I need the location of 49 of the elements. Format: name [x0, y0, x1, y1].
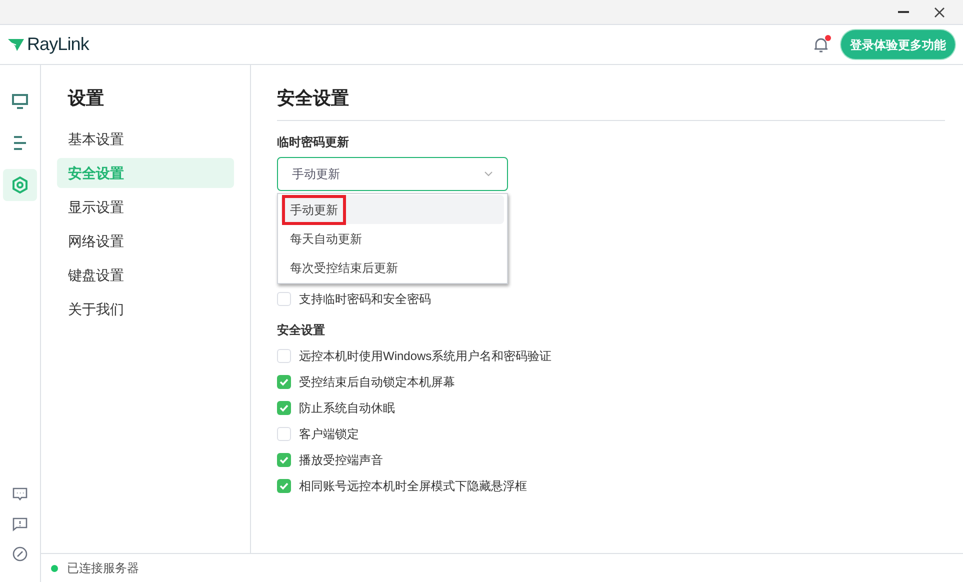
list-icon: [11, 134, 29, 152]
dropdown-option[interactable]: 手动更新: [281, 195, 504, 224]
chevron-down-icon: [484, 171, 493, 177]
notification-bell[interactable]: [813, 36, 829, 53]
rail-button[interactable]: [12, 546, 28, 562]
nav-title: 设置: [66, 87, 105, 110]
checkmark-icon: [279, 455, 289, 465]
option-label: 防止系统自动休眠: [299, 400, 395, 417]
page-title: 安全设置: [277, 85, 945, 121]
monitor-icon: [11, 92, 29, 110]
dropdown-option[interactable]: 每次受控结束后更新: [281, 253, 504, 282]
field-label: 临时密码更新: [277, 134, 350, 151]
checkbox[interactable]: [277, 375, 291, 389]
option-label: 支持临时密码和安全密码: [299, 291, 431, 308]
checkbox[interactable]: [277, 453, 291, 467]
checkmark-icon: [279, 403, 289, 413]
nav-item[interactable]: 关于我们: [57, 294, 234, 324]
feedback-icon: [12, 516, 28, 532]
status-text: 已连接服务器: [67, 560, 139, 577]
checkmark-icon: [279, 377, 289, 387]
rail-button[interactable]: [12, 486, 28, 502]
rail-button[interactable]: [12, 516, 28, 532]
logo-text: RayLink: [27, 33, 89, 56]
compass-icon: [12, 546, 28, 562]
option-label: 客户端锁定: [299, 426, 359, 443]
bell-icon: [813, 36, 829, 53]
option-label: 远控本机时使用Windows系统用户名和密码验证: [299, 348, 552, 365]
rail-button[interactable]: [3, 169, 37, 201]
checkbox[interactable]: [277, 401, 291, 415]
nav-item[interactable]: 基本设置: [57, 124, 234, 154]
settings-icon: [11, 176, 29, 194]
minimize-icon: [898, 11, 908, 13]
logo-icon: [8, 38, 24, 50]
checkbox[interactable]: [277, 427, 291, 441]
option-label: 相同账号远控本机时全屏模式下隐藏悬浮框: [299, 478, 527, 495]
nav-item[interactable]: 键盘设置: [57, 260, 234, 290]
checkmark-icon: [279, 481, 289, 491]
section-title: 安全设置: [277, 322, 326, 339]
chat-icon: [12, 486, 28, 502]
update-mode-select[interactable]: 手动更新: [277, 157, 508, 191]
option-label: 播放受控端声音: [299, 452, 383, 469]
checkbox[interactable]: [277, 349, 291, 363]
option-label: 受控结束后自动锁定本机屏幕: [299, 374, 455, 391]
checkbox[interactable]: [277, 479, 291, 493]
nav-item[interactable]: 显示设置: [57, 192, 234, 222]
nav-item[interactable]: 网络设置: [57, 226, 234, 256]
checkbox[interactable]: [277, 292, 291, 306]
close-icon: [934, 6, 944, 18]
dropdown-option[interactable]: 每天自动更新: [281, 224, 504, 253]
